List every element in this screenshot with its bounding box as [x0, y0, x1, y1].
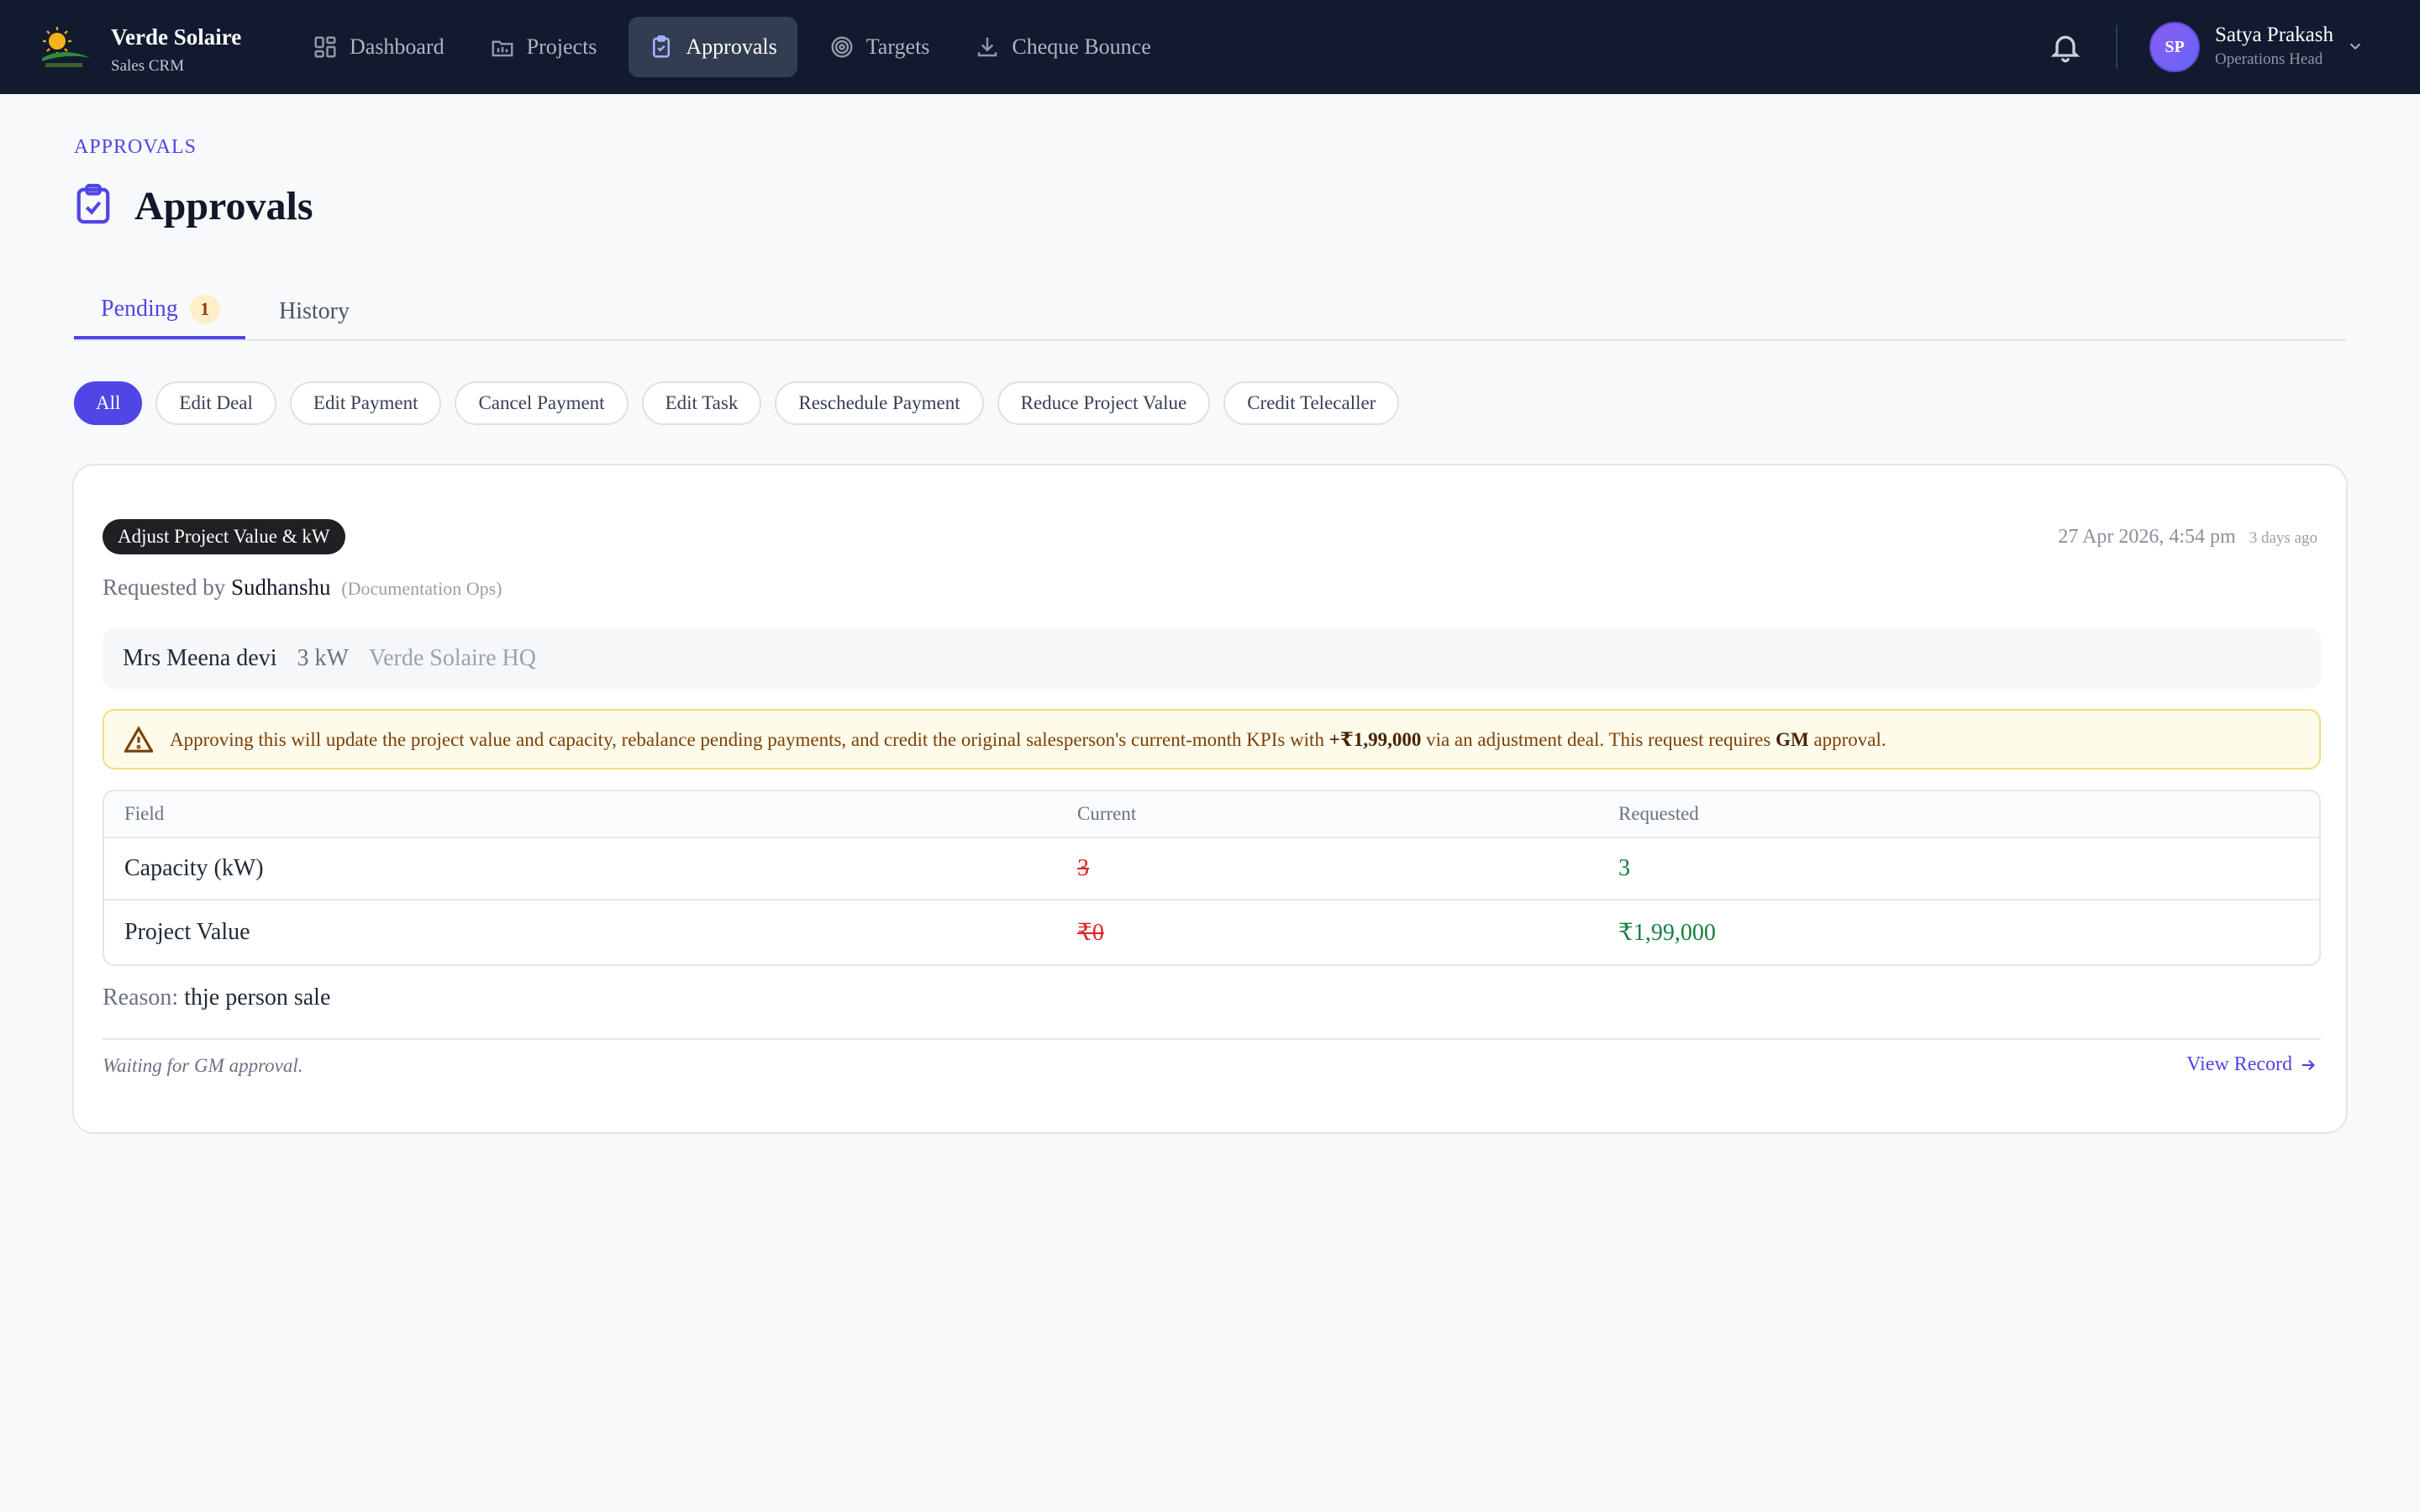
filter-edit-deal[interactable]: Edit Deal — [155, 381, 276, 425]
target-icon — [831, 36, 853, 58]
breadcrumb: APPROVALS — [74, 136, 197, 158]
nav-dashboard-label: Dashboard — [350, 34, 445, 59]
brand-subtitle: Sales CRM — [111, 57, 185, 75]
brand-title: Verde Solaire — [111, 24, 242, 50]
warning-text-part3: approval. — [1813, 728, 1886, 750]
header-field: Field — [124, 803, 165, 824]
view-record-link[interactable]: View Record — [2186, 1053, 2317, 1076]
filter-cancel-payment[interactable]: Cancel Payment — [455, 381, 629, 425]
tab-history[interactable]: History — [279, 282, 350, 341]
header-current: Current — [1077, 803, 1137, 824]
nav-targets[interactable]: Targets — [816, 17, 944, 77]
customer-name: Mrs Meena devi — [123, 645, 277, 671]
header-divider — [2116, 25, 2118, 69]
requested-by: Requested by Sudhanshu (Documentation Op… — [103, 575, 502, 601]
filter-edit-payment[interactable]: Edit Payment — [289, 381, 442, 425]
download-icon — [978, 37, 997, 57]
table-header-row: Field Current Requested — [104, 791, 2319, 838]
arrow-right-icon — [2302, 1059, 2315, 1070]
nav-projects-label: Projects — [526, 34, 597, 59]
warning-amount: +₹1,99,000 — [1328, 728, 1422, 750]
row-field: Capacity (kW) — [124, 855, 264, 881]
dashboard-icon — [314, 36, 336, 58]
requester-name: Sudhanshu — [230, 575, 331, 600]
row-requested-value: ₹1,99,000 — [1618, 920, 1716, 946]
filter-credit-telecaller[interactable]: Credit Telecaller — [1223, 381, 1400, 425]
chevron-down-icon — [2349, 43, 2361, 50]
table-row: Capacity (kW) 3 3 — [104, 838, 2319, 900]
pending-count-badge: 1 — [189, 295, 220, 323]
nav-approvals[interactable]: Approvals — [629, 17, 797, 77]
nav-dashboard[interactable]: Dashboard — [299, 17, 458, 77]
tab-pending[interactable]: Pending 1 — [74, 282, 245, 339]
top-navbar: Verde Solaire Sales CRM Dashboard Projec… — [0, 0, 2420, 94]
warning-triangle-icon — [124, 726, 153, 753]
header-requested: Requested — [1618, 803, 1699, 824]
project-branch: Verde Solaire HQ — [368, 645, 537, 671]
request-reason: Reason: thje person sale — [103, 984, 330, 1011]
row-current-value: ₹0 — [1077, 920, 1104, 946]
filter-chips: All Edit Deal Edit Payment Cancel Paymen… — [74, 381, 1413, 425]
warning-role: GM — [1776, 728, 1809, 750]
requester-department: (Documentation Ops) — [341, 578, 502, 599]
nav-targets-label: Targets — [865, 34, 930, 59]
project-capacity: 3 kW — [297, 645, 349, 671]
notifications-button[interactable] — [2049, 30, 2082, 64]
brand-logo-icon — [39, 24, 94, 75]
warning-text-part2: via an adjustment deal. This request req… — [1426, 728, 1771, 750]
nav-cheque-bounce-label: Cheque Bounce — [1012, 34, 1151, 59]
warning-text-part1: Approving this will update the project v… — [170, 728, 1324, 750]
page-title: Approvals — [134, 184, 313, 228]
requested-by-prefix: Requested by — [103, 575, 226, 600]
filter-edit-task[interactable]: Edit Task — [641, 381, 762, 425]
filter-reduce-project-value[interactable]: Reduce Project Value — [997, 381, 1211, 425]
change-table: Field Current Requested Capacity (kW) 3 … — [103, 790, 2321, 966]
reason-text: thje person sale — [184, 984, 331, 1011]
approval-card: Adjust Project Value & kW 27 Apr 2026, 4… — [72, 464, 2348, 1134]
nav-approvals-label: Approvals — [686, 34, 777, 59]
clipboard-check-icon — [653, 35, 671, 58]
avatar[interactable]: SP — [2149, 22, 2200, 72]
tab-history-label: History — [279, 298, 350, 324]
filter-reschedule-payment[interactable]: Reschedule Payment — [775, 381, 984, 425]
nav-projects[interactable]: Projects — [476, 17, 611, 77]
record-summary: Mrs Meena devi 3 kW Verde Solaire HQ — [103, 628, 2321, 689]
approval-tabs: Pending 1 History — [74, 282, 2346, 341]
user-menu[interactable]: Satya Prakash Operations Head — [2215, 22, 2333, 71]
user-menu-toggle[interactable] — [2346, 37, 2365, 55]
request-type-badge: Adjust Project Value & kW — [103, 519, 345, 554]
nav-cheque-bounce[interactable]: Cheque Bounce — [961, 17, 1164, 77]
tab-pending-label: Pending — [101, 296, 178, 322]
projects-icon — [492, 40, 513, 57]
view-record-label: View Record — [2186, 1053, 2292, 1075]
warning-text: Approving this will update the project v… — [170, 728, 1886, 751]
row-requested-value: 3 — [1618, 855, 1630, 881]
approval-warning: Approving this will update the project v… — [103, 709, 2321, 769]
request-timestamp: 27 Apr 2026, 4:54 pm 3 days ago — [2058, 526, 2317, 549]
row-field: Project Value — [124, 919, 250, 945]
user-role: Operations Head — [2215, 50, 2323, 68]
request-date: 27 Apr 2026, 4:54 pm — [2058, 526, 2236, 548]
filter-all[interactable]: All — [74, 381, 143, 425]
brand[interactable]: Verde Solaire Sales CRM — [39, 22, 241, 77]
reason-label: Reason: — [103, 984, 179, 1011]
user-name: Satya Prakash — [2215, 24, 2333, 46]
bell-icon — [2050, 35, 2081, 63]
table-row: Project Value ₹0 ₹1,99,000 — [104, 900, 2319, 964]
main-nav: Dashboard Projects Approvals Targets Che… — [299, 17, 1183, 77]
card-divider — [103, 1038, 2321, 1040]
page-header: Approvals — [74, 183, 313, 229]
brand-text: Verde Solaire Sales CRM — [111, 22, 241, 77]
clipboard-check-icon — [74, 183, 113, 229]
row-current-value: 3 — [1077, 855, 1089, 881]
request-relative-time: 3 days ago — [2249, 529, 2317, 547]
approval-status: Waiting for GM approval. — [103, 1055, 303, 1076]
